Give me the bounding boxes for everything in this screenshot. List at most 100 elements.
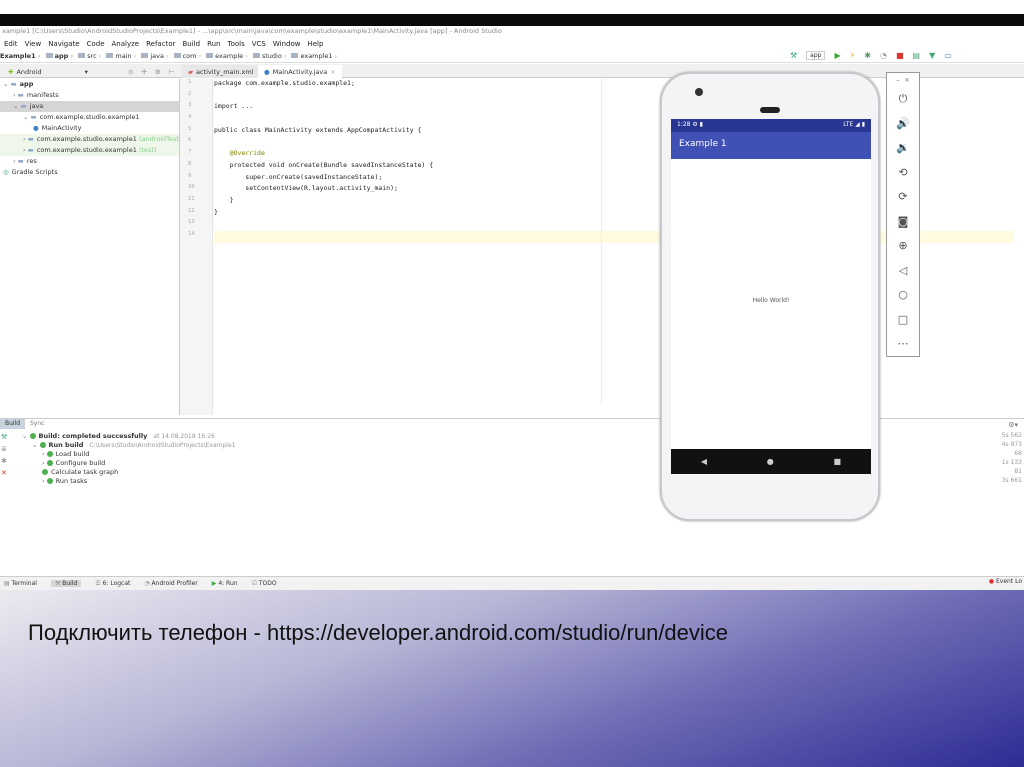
debug-icon[interactable]: ✱ bbox=[864, 51, 871, 60]
breadcrumb-label: studio bbox=[261, 52, 282, 60]
sync-icon[interactable]: ▤ bbox=[913, 51, 921, 60]
target-icon[interactable]: ⊙ bbox=[128, 68, 133, 76]
tab-activity-main-xml[interactable]: ▰activity_main.xml× bbox=[182, 65, 268, 78]
close-icon[interactable]: × bbox=[904, 76, 910, 84]
tree-item[interactable]: ⌄ ▬ app bbox=[0, 79, 179, 90]
tree-item[interactable]: › ▬ com.example.studio.example1 (test) bbox=[0, 145, 179, 156]
home-icon[interactable]: ● bbox=[767, 457, 774, 466]
breadcrumb-item[interactable]: com › bbox=[173, 52, 201, 60]
close-icon[interactable]: ✕ bbox=[1, 469, 7, 477]
back-icon[interactable]: ◁ bbox=[899, 259, 907, 284]
tab-build[interactable]: Build bbox=[0, 419, 26, 429]
bottom-tab--logcat[interactable]: ☰ 6: Logcat bbox=[95, 580, 130, 587]
breadcrumb-item[interactable]: main › bbox=[106, 52, 136, 60]
build-item[interactable]: › Run tasks bbox=[22, 477, 235, 486]
menu-code[interactable]: Code bbox=[87, 40, 105, 48]
hide-icon[interactable]: ⊢ bbox=[169, 68, 175, 76]
filter-icon[interactable]: ≣ bbox=[1, 445, 7, 453]
tab-sync[interactable]: Sync bbox=[25, 419, 49, 429]
bottom-tab-android-profiler[interactable]: ◔ Android Profiler bbox=[144, 580, 197, 587]
event-log-label: Event Lo bbox=[995, 578, 1022, 585]
breadcrumb-item[interactable]: example › bbox=[206, 52, 248, 60]
menu-vcs[interactable]: VCS bbox=[252, 40, 266, 48]
hammer-icon[interactable]: ⚒ bbox=[1, 433, 7, 441]
build-item[interactable]: Calculate task graph bbox=[22, 468, 235, 477]
breadcrumb-item[interactable]: studio › bbox=[252, 52, 286, 60]
phone-screen[interactable]: 1:28 ⚙ ▮ LTE ◢ ▮ Example 1 Hello World! ◀… bbox=[671, 119, 871, 474]
apply-changes-icon[interactable]: ⚡ bbox=[850, 51, 856, 60]
folder-icon: ▬ bbox=[27, 146, 34, 154]
sdk-manager-icon[interactable]: ▼ bbox=[929, 51, 935, 60]
breadcrumb-item[interactable]: Example1 › bbox=[0, 52, 41, 60]
build-item-label: Run build bbox=[48, 441, 84, 449]
menu-window[interactable]: Window bbox=[273, 40, 301, 48]
breadcrumb-item[interactable]: app › bbox=[45, 52, 73, 60]
breadcrumb-item[interactable]: example1 › bbox=[291, 52, 337, 60]
bottom-tab-label: TODO bbox=[258, 580, 277, 587]
tree-item[interactable]: › ▬ com.example.studio.example1 (androidT… bbox=[0, 134, 181, 145]
close-icon[interactable]: × bbox=[330, 68, 335, 76]
zoom-icon[interactable]: ⊕ bbox=[898, 234, 907, 259]
xml-icon: ▰ bbox=[188, 67, 193, 76]
bottom-tab-label: Android Profiler bbox=[151, 580, 198, 587]
collapse-icon[interactable]: ✢ bbox=[141, 68, 146, 76]
volume-down-icon[interactable]: 🔉 bbox=[896, 136, 910, 161]
rotate-right-icon[interactable]: ⟳ bbox=[898, 185, 907, 210]
run-icon[interactable]: ▶ bbox=[834, 51, 840, 60]
rotate-left-icon[interactable]: ⟲ bbox=[898, 161, 907, 186]
menu-view[interactable]: View bbox=[25, 40, 42, 48]
menu-build[interactable]: Build bbox=[182, 40, 200, 48]
gear-icon[interactable]: ⚙▾ bbox=[1008, 421, 1018, 429]
gear-icon[interactable]: ⚙ bbox=[155, 68, 161, 76]
build-icon[interactable]: ⚒ bbox=[790, 51, 797, 60]
tree-item[interactable]: ● MainActivity bbox=[0, 123, 179, 134]
bottom-tab-todo[interactable]: ☑ TODO bbox=[252, 580, 277, 587]
menu-analyze[interactable]: Analyze bbox=[112, 40, 140, 48]
tree-item[interactable]: › ▬ res bbox=[0, 156, 179, 167]
stop-icon[interactable]: ■ bbox=[896, 51, 904, 60]
volume-up-icon[interactable]: 🔊 bbox=[896, 112, 910, 137]
avd-manager-icon[interactable]: ▭ bbox=[944, 51, 952, 60]
bottom-tool-bar: ▤ Terminal ⚒ Build ☰ 6: Logcat ◔ Android Pr… bbox=[0, 576, 1024, 590]
build-item[interactable]: ⌄ Build: completed successfully at 14.08.… bbox=[22, 432, 235, 441]
tree-item[interactable]: › ▬ manifests bbox=[0, 90, 179, 101]
bottom-tab-build[interactable]: ⚒ Build bbox=[50, 580, 82, 587]
tree-item[interactable]: ⌄ ▬ java bbox=[0, 101, 179, 112]
tree-item[interactable]: ⌄ ▬ com.example.studio.example1 bbox=[0, 112, 179, 123]
line-number: 10 bbox=[188, 184, 195, 191]
back-icon[interactable]: ◀ bbox=[701, 457, 707, 466]
menu-run[interactable]: Run bbox=[207, 40, 220, 48]
bottom-tab--run[interactable]: ▶ 4: Run bbox=[212, 580, 238, 587]
event-log-button[interactable]: ● Event Lo bbox=[989, 578, 1022, 585]
build-item[interactable]: › Configure build bbox=[22, 459, 235, 468]
build-tabs: Build Sync bbox=[0, 419, 50, 429]
menu-navigate[interactable]: Navigate bbox=[48, 40, 79, 48]
run-config-select[interactable]: app bbox=[806, 51, 826, 60]
build-side-tools: ⚒ ≣ ✱ ✕ bbox=[1, 433, 7, 477]
minimize-icon[interactable]: – bbox=[896, 76, 900, 84]
menu-help[interactable]: Help bbox=[307, 40, 323, 48]
bottom-tab-terminal[interactable]: ▤ Terminal bbox=[4, 580, 37, 587]
breadcrumb-label: main bbox=[115, 52, 132, 60]
build-times: 5s 562 4s 973 68 1s 133 81 3s 661 bbox=[1002, 432, 1022, 486]
menu-edit[interactable]: Edit bbox=[4, 40, 18, 48]
overview-icon[interactable]: ■ bbox=[834, 457, 842, 466]
tree-item[interactable]: ◎ Gradle Scripts bbox=[0, 167, 179, 178]
camera-icon[interactable]: ◙ bbox=[898, 210, 909, 235]
menu-tools[interactable]: Tools bbox=[228, 40, 245, 48]
overview-icon[interactable]: □ bbox=[898, 308, 908, 333]
breadcrumb-item[interactable]: src › bbox=[78, 52, 101, 60]
profile-icon[interactable]: ◔ bbox=[880, 51, 887, 60]
home-icon[interactable]: ○ bbox=[898, 283, 908, 308]
build-item[interactable]: › Load build bbox=[22, 450, 235, 459]
more-icon[interactable]: ⋯ bbox=[898, 332, 909, 357]
power-icon[interactable]: ⏻ bbox=[899, 87, 908, 112]
project-view-select[interactable]: ✚ Android ▾ bbox=[2, 65, 94, 78]
build-item[interactable]: ⌄ Run build C:\Users\Studio\AndroidStudio… bbox=[22, 441, 235, 450]
breadcrumb-label: src bbox=[87, 52, 97, 60]
menu-refactor[interactable]: Refactor bbox=[146, 40, 175, 48]
build-time: 1s 133 bbox=[1001, 459, 1022, 466]
pin-icon[interactable]: ✱ bbox=[1, 457, 7, 465]
tab-mainactivity-java[interactable]: ● MainActivity.java × bbox=[258, 65, 342, 78]
breadcrumb-item[interactable]: java › bbox=[141, 52, 169, 60]
